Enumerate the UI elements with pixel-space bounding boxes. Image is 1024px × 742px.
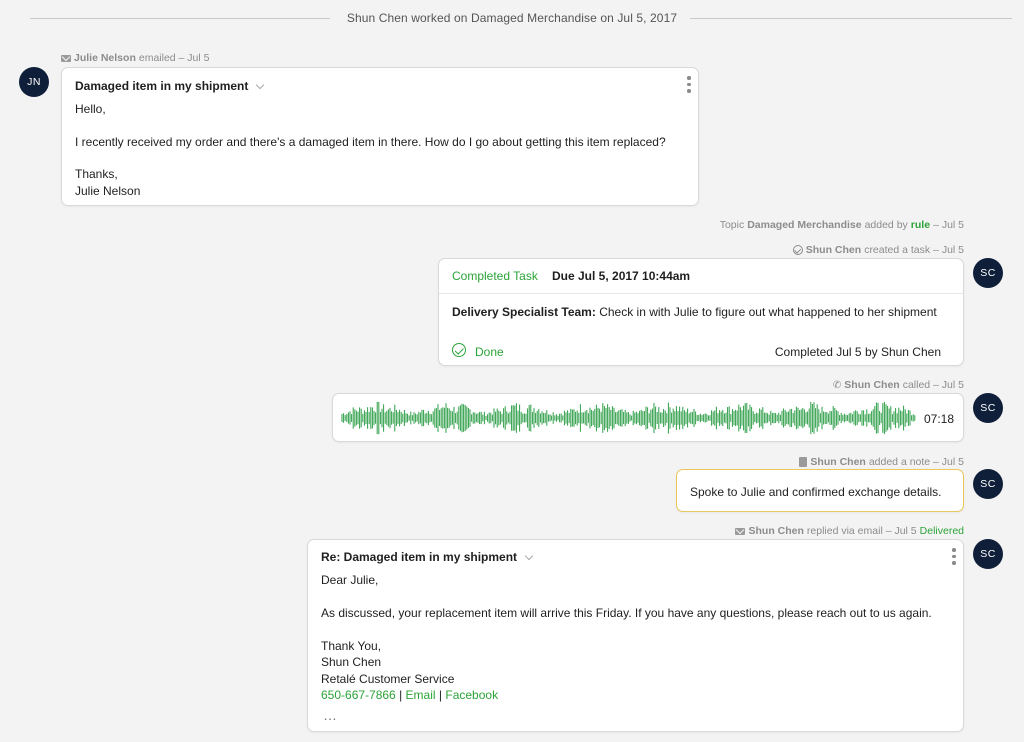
note-card[interactable]: Spoke to Julie and confirmed exchange de… bbox=[676, 469, 964, 512]
task-card[interactable]: Completed Task Due Jul 5, 2017 10:44am D… bbox=[438, 258, 964, 366]
phone-link[interactable]: 650-667-7866 bbox=[321, 688, 396, 702]
avatar[interactable]: SC bbox=[973, 258, 1003, 288]
chevron-down-icon[interactable] bbox=[256, 80, 265, 89]
call-duration: 07:18 bbox=[924, 412, 955, 426]
reply-line: Retalé Customer Service bbox=[321, 672, 455, 686]
reply-meta: Shun Chen replied via email – Jul 5 Deli… bbox=[735, 525, 964, 537]
task-divider bbox=[439, 293, 963, 294]
facebook-link[interactable]: Facebook bbox=[445, 688, 498, 702]
more-vertical-icon[interactable] bbox=[687, 76, 691, 93]
task-due: Due Jul 5, 2017 10:44am bbox=[552, 269, 691, 283]
delivered-status: Delivered bbox=[919, 525, 964, 537]
task-description: Delivery Specialist Team: Check in with … bbox=[452, 305, 937, 319]
mail-icon bbox=[61, 54, 71, 62]
call-card[interactable]: 07:18 bbox=[332, 393, 964, 442]
signature-links: 650-667-7866 | Email | Facebook bbox=[321, 688, 499, 702]
call-meta: ✆ Shun Chen called – Jul 5 bbox=[832, 379, 964, 391]
reply-subject[interactable]: Re: Damaged item in my shipment bbox=[321, 550, 534, 564]
avatar[interactable]: SC bbox=[973, 469, 1003, 499]
avatar[interactable]: JN bbox=[19, 67, 49, 97]
email1-action: emailed – Jul 5 bbox=[138, 52, 210, 64]
show-more-button[interactable]: … bbox=[323, 707, 338, 723]
reply-line: Shun Chen bbox=[321, 655, 382, 669]
task-status: Completed Task bbox=[452, 269, 538, 283]
email1-meta: Julie Nelson emailed – Jul 5 bbox=[61, 52, 209, 64]
email1-line: Hello, bbox=[75, 102, 106, 116]
avatar[interactable]: SC bbox=[973, 539, 1003, 569]
chevron-down-icon[interactable] bbox=[524, 551, 534, 560]
mail-icon bbox=[735, 527, 746, 535]
more-vertical-icon[interactable] bbox=[952, 548, 956, 565]
email1-sender: Julie Nelson bbox=[74, 52, 136, 64]
email1-card[interactable]: Damaged item in my shipment Hello, I rec… bbox=[61, 67, 699, 206]
task-completed-info: Completed Jul 5 by Shun Chen bbox=[774, 345, 941, 359]
avatar[interactable]: SC bbox=[973, 393, 1003, 423]
email1-line: Julie Nelson bbox=[75, 184, 141, 198]
task-team: Delivery Specialist Team: bbox=[452, 305, 596, 319]
reply-line: As discussed, your replacement item will… bbox=[321, 606, 932, 620]
email1-subject[interactable]: Damaged item in my shipment bbox=[75, 79, 265, 93]
phone-icon: ✆ bbox=[832, 379, 842, 391]
done-button[interactable]: Done bbox=[475, 345, 504, 359]
check-circle-icon bbox=[792, 245, 803, 255]
reply-line: Thank You, bbox=[321, 639, 382, 653]
audio-waveform[interactable] bbox=[341, 401, 917, 435]
email1-line: I recently received my order and there's… bbox=[75, 135, 666, 149]
email-link[interactable]: Email bbox=[406, 688, 436, 702]
topic-name[interactable]: Damaged Merchandise bbox=[747, 219, 861, 231]
note-icon bbox=[799, 457, 808, 467]
email1-line: Thanks, bbox=[75, 167, 118, 181]
topic-event: Topic Damaged Merchandise added by rule … bbox=[719, 219, 964, 231]
done-check-icon[interactable] bbox=[452, 343, 466, 357]
rule-link[interactable]: rule bbox=[911, 219, 930, 231]
reply-card[interactable]: Re: Damaged item in my shipment Dear Jul… bbox=[307, 539, 964, 732]
note-meta: Shun Chen added a note – Jul 5 bbox=[799, 456, 964, 468]
reply-line: Dear Julie, bbox=[321, 573, 379, 587]
task-meta: Shun Chen created a task – Jul 5 bbox=[792, 244, 964, 256]
note-text: Spoke to Julie and confirmed exchange de… bbox=[690, 485, 942, 499]
timeline-header: Shun Chen worked on Damaged Merchandise … bbox=[346, 11, 678, 25]
